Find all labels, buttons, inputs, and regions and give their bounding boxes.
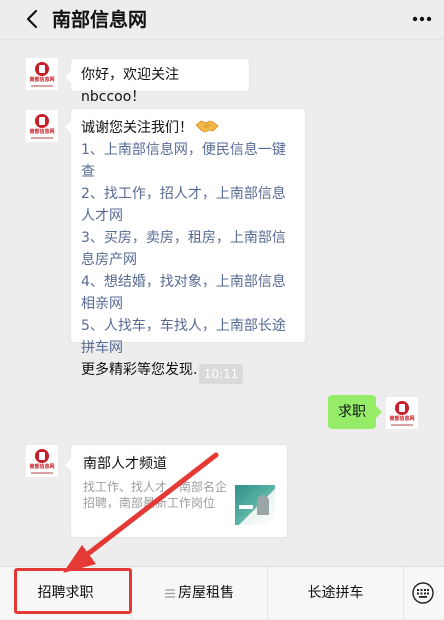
welcome-item-1[interactable]: 1、上南部信息网，便民信息一键查 <box>81 139 295 183</box>
welcome-intro-line: 诚谢您关注我们！ <box>81 117 295 139</box>
welcome-item-3[interactable]: 3、买房，卖房，租房，上南部信息房产网 <box>81 227 295 271</box>
account-avatar[interactable]: 南部信息网 <box>385 396 419 430</box>
more-options-icon[interactable] <box>410 10 434 28</box>
menu-item-carpool-label: 长途拼车 <box>307 585 364 601</box>
avatar-logo-text: 南部信息网 <box>29 76 55 83</box>
avatar-logo-underline <box>391 423 413 426</box>
page-title: 南部信息网 <box>52 9 148 31</box>
avatar-logo-text: 南部信息网 <box>29 128 55 135</box>
menu-item-recruitment-label: 招聘求职 <box>37 585 94 601</box>
account-avatar[interactable]: 南部信息网 <box>25 444 59 478</box>
logo-mark <box>35 113 49 128</box>
menu-item-housing[interactable]: 房屋租售 <box>132 567 268 620</box>
handshake-icon <box>195 120 219 133</box>
keyboard-icon[interactable] <box>412 582 434 604</box>
avatar-logo-text: 南部信息网 <box>389 415 415 422</box>
welcome-message[interactable]: 诚谢您关注我们！ 1、上南部信息网，便民信息一键查 2、找工作，招人才，上南部信… <box>65 108 306 378</box>
menu-item-housing-label: 房屋租售 <box>178 585 234 601</box>
welcome-item-5[interactable]: 5、人找车，车找人，上南部长途拼车网 <box>81 315 295 359</box>
logo-mark <box>35 448 49 463</box>
message-timestamp: 10:11 <box>199 364 243 384</box>
submenu-icon <box>165 588 175 598</box>
avatar-logo-underline <box>31 136 53 139</box>
welcome-item-2[interactable]: 2、找工作，招人才，上南部信息人才网 <box>81 183 295 227</box>
avatar-logo-underline <box>31 84 53 87</box>
welcome-intro-text: 诚谢您关注我们！ <box>81 120 193 136</box>
article-card[interactable]: 南部人才频道 找工作、找人才，南部名企招聘，南部最新工作岗位 <box>65 444 288 538</box>
avatar-logo-text: 南部信息网 <box>29 463 55 470</box>
logo-mark <box>395 400 409 415</box>
chat-messages[interactable]: 南部信息网 你好，欢迎关注nbccoo！ 南部信息网 诚谢您关注我们！ 1、上南… <box>0 40 444 566</box>
bottom-menu-bar: 招聘求职 房屋租售 长途拼车 <box>0 566 444 620</box>
welcome-more-text: 更多精彩等您发现... <box>81 362 207 378</box>
chat-header: 南部信息网 <box>0 0 444 40</box>
logo-mark <box>35 61 49 76</box>
card-thumbnail-image <box>235 485 275 525</box>
welcome-item-4[interactable]: 4、想结婚，找对象，上南部信息相亲网 <box>81 271 295 315</box>
user-message[interactable]: 求职 <box>328 395 382 429</box>
account-avatar[interactable]: 南部信息网 <box>25 57 59 91</box>
menu-item-recruitment[interactable]: 招聘求职 <box>0 567 132 620</box>
menu-item-carpool[interactable]: 长途拼车 <box>268 567 404 620</box>
back-chevron-icon[interactable] <box>24 8 42 30</box>
avatar-logo-underline <box>31 471 53 474</box>
account-avatar[interactable]: 南部信息网 <box>25 109 59 143</box>
greeting-message[interactable]: 你好，欢迎关注nbccoo！ <box>65 58 250 105</box>
card-title: 南部人才频道 <box>83 456 167 472</box>
card-description: 找工作、找人才，南部名企招聘，南部最新工作岗位 <box>83 480 228 510</box>
